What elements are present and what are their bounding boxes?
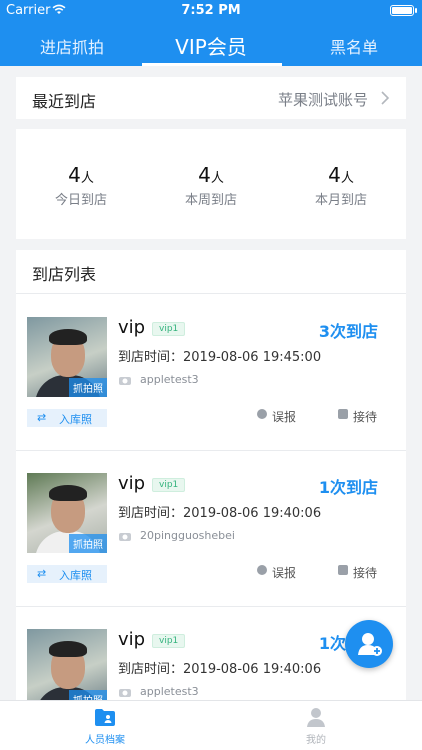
device-name: appletest3 (140, 373, 199, 386)
store-photo-label: 入库照 (59, 569, 92, 582)
active-tab-indicator (142, 63, 282, 66)
account-name: 苹果测试账号 (277, 91, 368, 109)
misreport-label: 误报 (272, 566, 297, 580)
device-name: appletest3 (140, 685, 199, 698)
level-badge: vip1 (152, 478, 186, 492)
capture-photo[interactable]: 抓拍照 (27, 473, 107, 553)
recent-title: 最近到店 (32, 92, 97, 111)
misreport-button[interactable]: 误报 (257, 564, 296, 581)
misreport-button[interactable]: 误报 (257, 408, 296, 425)
list-title: 到店列表 (32, 265, 97, 284)
visit-count: 1次到店 (318, 478, 378, 497)
visit-count: 3次到店 (318, 322, 378, 341)
level-badge: vip1 (152, 322, 186, 336)
stat-label: 本月到店 (314, 193, 367, 208)
visit-time-value: 2019-08-06 19:40:06 (183, 506, 322, 521)
visit-stats: 4人 今日到店 4人 本周到店 4人 本月到店 (16, 129, 406, 239)
capture-photo[interactable]: 抓拍照 (27, 629, 107, 709)
photo-tag: 抓拍照 (69, 378, 107, 397)
bottom-nav: 人员档案 我的 (0, 700, 422, 750)
add-user-icon (358, 633, 382, 656)
add-member-button[interactable] (345, 620, 393, 668)
level-badge: vip1 (152, 634, 186, 648)
folder-user-icon (95, 709, 115, 726)
top-bar: Carrier 7:52 PM 进店抓拍 VIP会员 黑名单 (0, 0, 422, 66)
chevron-right-icon (381, 91, 390, 105)
visit-time: 到店时间：2019-08-06 19:40:06 (118, 658, 321, 677)
nav-mine[interactable]: 我的 (281, 707, 351, 746)
stat-unit: 人 (340, 171, 354, 186)
list-item[interactable]: 抓拍照 vip vip1 1次到店 到店时间：2019-08-06 19:40:… (16, 451, 406, 607)
visit-time: 到店时间：2019-08-06 19:45:00 (118, 346, 321, 365)
stat-value: 4 (328, 163, 341, 187)
photo-tag: 抓拍照 (69, 534, 107, 553)
stat-value: 4 (68, 163, 81, 187)
divider (16, 293, 406, 294)
stat-month: 4人 本月到店 (276, 163, 406, 208)
reception-label: 接待 (353, 410, 378, 424)
swap-icon: ⇄ (37, 567, 47, 580)
capture-photo[interactable]: 抓拍照 (27, 317, 107, 397)
camera-icon (119, 533, 131, 541)
battery-icon (390, 5, 417, 16)
stat-label: 今日到店 (54, 193, 107, 208)
stat-value: 4 (198, 163, 211, 187)
member-name: vip (118, 473, 146, 494)
recent-visits-row[interactable]: 最近到店 苹果测试账号 (16, 77, 406, 119)
reception-label: 接待 (353, 566, 378, 580)
clock: 7:52 PM (181, 3, 241, 18)
visit-time-label: 到店时间： (118, 506, 184, 521)
stat-unit: 人 (80, 171, 94, 186)
list-item[interactable]: 抓拍照 vip vip1 3次到店 到店时间：2019-08-06 19:45:… (16, 295, 406, 451)
tab-blacklist[interactable]: 黑名单 (330, 34, 378, 58)
member-name: vip (118, 629, 146, 650)
nav-label: 我的 (306, 735, 326, 746)
nav-member-files[interactable]: 人员档案 (70, 707, 140, 746)
visit-time-value: 2019-08-06 19:45:00 (183, 350, 322, 365)
stat-label: 本周到店 (184, 193, 237, 208)
stat-week: 4人 本周到店 (146, 163, 276, 208)
reception-button[interactable]: 接待 (338, 564, 377, 581)
visit-time-value: 2019-08-06 19:40:06 (183, 662, 322, 677)
member-name: vip (118, 317, 146, 338)
visit-time: 到店时间：2019-08-06 19:40:06 (118, 502, 321, 521)
stat-today: 4人 今日到店 (16, 163, 146, 208)
camera-icon (119, 377, 131, 385)
device-name: 20pingguoshebei (140, 529, 235, 542)
misreport-label: 误报 (272, 410, 297, 424)
user-icon (307, 708, 325, 727)
status-bar: Carrier 7:52 PM (0, 0, 422, 22)
visit-time-label: 到店时间： (118, 350, 184, 365)
reception-button[interactable]: 接待 (338, 408, 377, 425)
list-item[interactable]: 抓拍照 vip vip1 1次到店 到店时间：2019-08-06 19:40:… (16, 607, 406, 710)
store-photo-button[interactable]: ⇄ 入库照 (27, 409, 107, 427)
camera-icon (119, 689, 131, 697)
store-photo-button[interactable]: ⇄ 入库照 (27, 565, 107, 583)
stat-unit: 人 (210, 171, 224, 186)
swap-icon: ⇄ (37, 411, 47, 424)
visit-time-label: 到店时间： (118, 662, 184, 677)
store-photo-label: 入库照 (59, 413, 92, 426)
nav-label: 人员档案 (85, 735, 125, 746)
top-tabs: 进店抓拍 VIP会员 黑名单 (0, 22, 422, 66)
